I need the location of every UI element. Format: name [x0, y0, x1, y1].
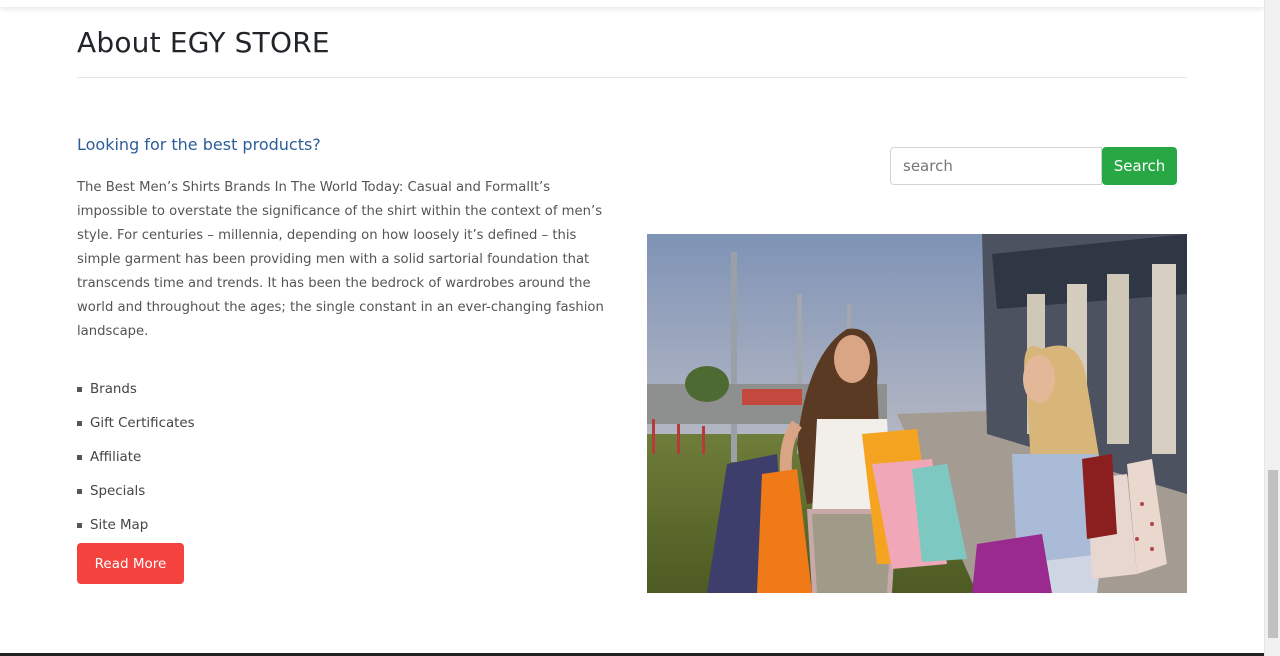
info-link-label: Specials	[90, 483, 146, 499]
about-text-column: Looking for the best products? The Best …	[77, 135, 622, 542]
square-bullet-icon	[77, 522, 82, 528]
shopping-women-photo	[647, 234, 1187, 593]
scrollbar-thumb[interactable]	[1268, 470, 1278, 638]
read-more-button[interactable]: Read More	[77, 543, 184, 584]
about-paragraph: The Best Men’s Shirts Brands In The Worl…	[77, 180, 604, 339]
search-button[interactable]: Search	[1102, 147, 1177, 185]
photo-illustration	[647, 234, 1187, 593]
square-bullet-icon	[77, 386, 82, 392]
info-links-list: Brands Gift Certificates Affiliate Speci…	[77, 372, 622, 542]
info-link-affiliate[interactable]: Affiliate	[77, 440, 622, 474]
page-title: About EGY STORE	[77, 26, 330, 59]
info-link-gift-certificates[interactable]: Gift Certificates	[77, 406, 622, 440]
search-form: Search	[890, 147, 1177, 185]
info-link-specials[interactable]: Specials	[77, 474, 622, 508]
info-link-label: Brands	[90, 381, 137, 397]
info-link-label: Site Map	[90, 517, 149, 533]
header-shadow-edge	[0, 0, 1264, 7]
square-bullet-icon	[77, 454, 82, 460]
title-divider	[77, 77, 1187, 78]
info-link-site-map[interactable]: Site Map	[77, 508, 622, 542]
section-subheading: Looking for the best products?	[77, 135, 321, 154]
info-link-label: Gift Certificates	[90, 415, 195, 431]
search-input[interactable]	[890, 147, 1102, 185]
info-link-label: Affiliate	[90, 449, 142, 465]
page-scrollbar[interactable]	[1264, 0, 1280, 656]
info-link-brands[interactable]: Brands	[77, 372, 622, 406]
square-bullet-icon	[77, 420, 82, 426]
square-bullet-icon	[77, 488, 82, 494]
